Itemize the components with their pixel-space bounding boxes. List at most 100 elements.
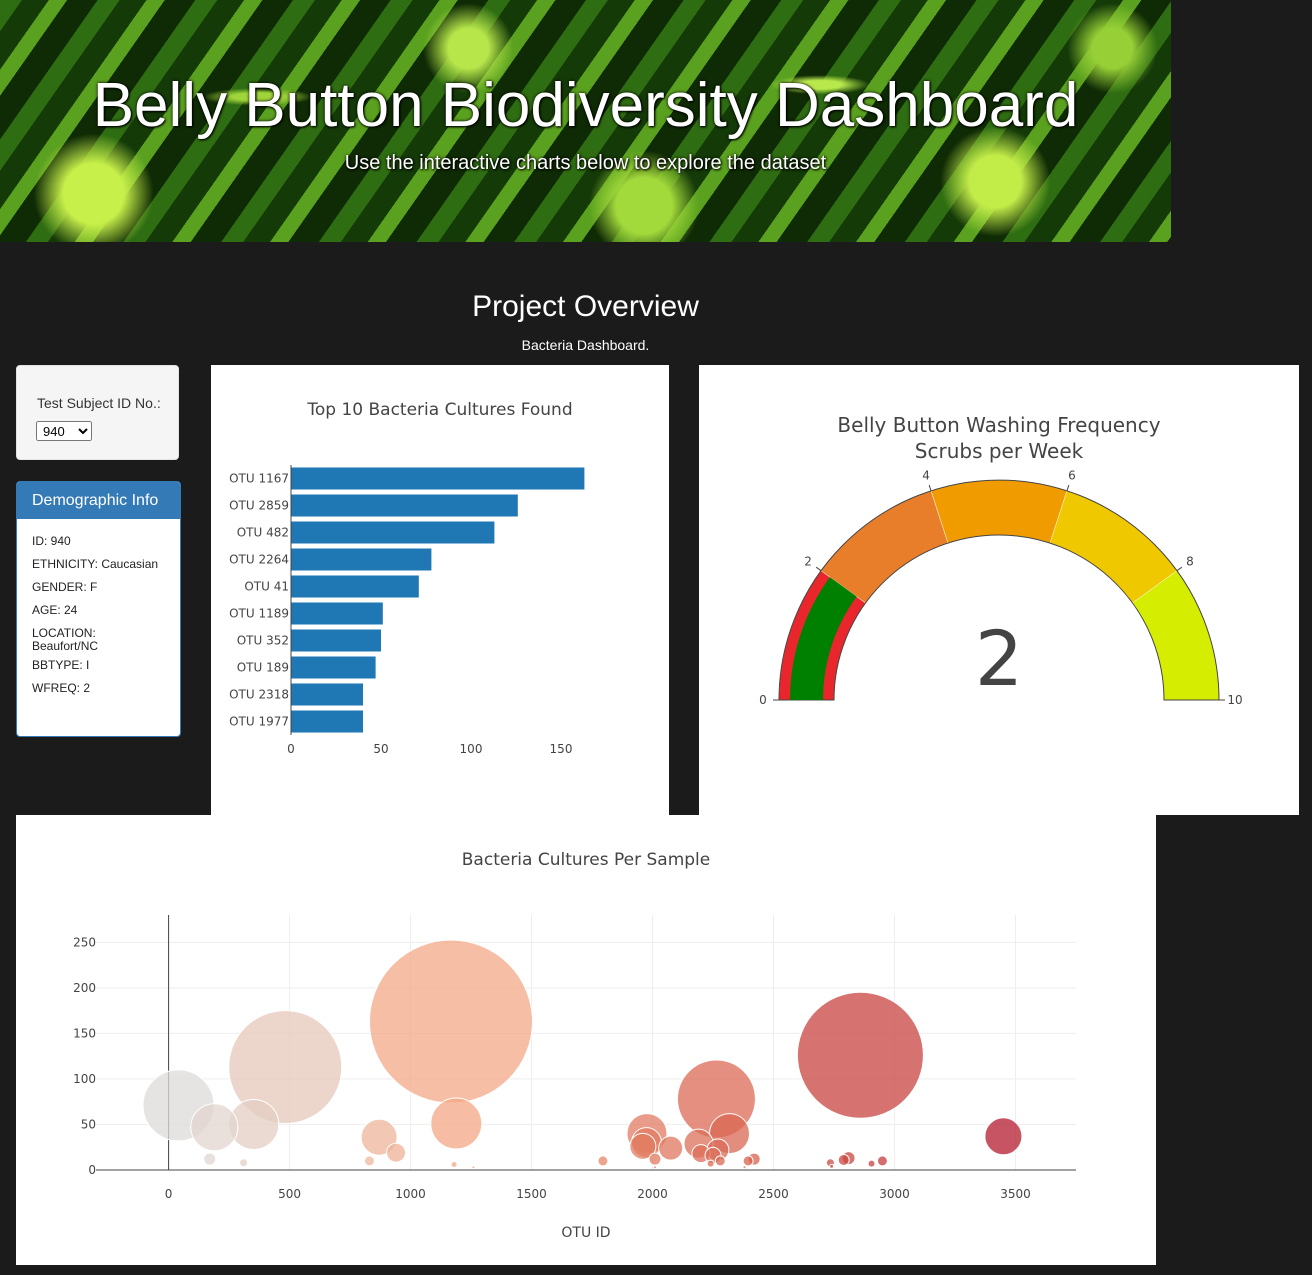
bubble-point[interactable] [796, 991, 924, 1119]
bubble-chart[interactable]: Bacteria Cultures Per Sample OTU ID 0 500… [16, 815, 1156, 1265]
bubble-x-tick-label: 500 [278, 1187, 301, 1201]
bar-category-label: OTU 2859 [229, 499, 289, 513]
bar[interactable] [291, 683, 363, 706]
bubble-x-tick-label: 2500 [758, 1187, 789, 1201]
bubble-point[interactable] [829, 1163, 835, 1169]
bar-x-tick-label: 0 [287, 742, 295, 756]
subject-selector-label: Test Subject ID No.: [37, 395, 161, 411]
bar-category-label: OTU 2318 [229, 688, 289, 702]
bar[interactable] [291, 629, 381, 652]
bubble-x-tick-label: 2000 [637, 1187, 668, 1201]
gauge-chart[interactable]: Belly Button Washing Frequency Scrubs pe… [699, 365, 1299, 815]
bar[interactable] [291, 602, 383, 625]
gauge-value-bar [790, 577, 857, 700]
bubble-chart-container[interactable]: Bacteria Cultures Per Sample OTU ID 0 500… [16, 815, 1156, 1265]
bubble-point[interactable] [714, 1155, 726, 1167]
bubble-y-tick-label: 100 [73, 1072, 96, 1086]
bubble-x-tick-label: 1500 [516, 1187, 547, 1201]
bar-x-tick-label: 100 [460, 742, 483, 756]
gauge-tick-label: 6 [1068, 469, 1076, 483]
bubble-y-tick-label: 250 [73, 935, 96, 949]
bar-chart[interactable]: Top 10 Bacteria Cultures Found OTU 1167 O… [211, 365, 669, 815]
gauge-tick-label: 4 [922, 469, 930, 483]
demographic-wfreq: WFREQ: 2 [32, 681, 91, 695]
bar-category-label: OTU 2264 [229, 553, 289, 567]
bubble-x-tick-label: 1000 [395, 1187, 426, 1201]
bubble-point[interactable] [203, 1152, 217, 1166]
bubble-point[interactable] [648, 1152, 662, 1166]
bar-chart-title: Top 10 Bacteria Cultures Found [306, 400, 572, 420]
bubble-point[interactable] [984, 1117, 1023, 1156]
subject-selector-well: Test Subject ID No.: 940 [16, 365, 179, 460]
demographic-ethnicity: ETHNICITY: Caucasian [32, 557, 159, 571]
gauge-tick-label: 10 [1227, 693, 1242, 707]
bar-category-label: OTU 1189 [229, 607, 289, 621]
bubble-point[interactable] [386, 1142, 407, 1163]
bar-category-label: OTU 482 [237, 526, 289, 540]
bubble-point[interactable] [652, 1165, 657, 1170]
demographic-panel-title: Demographic Info [17, 482, 180, 519]
bubble-x-tick-label: 3500 [1000, 1187, 1031, 1201]
bar[interactable] [291, 494, 518, 517]
bubble-point[interactable] [239, 1158, 249, 1168]
bubble-chart-xlabel: OTU ID [561, 1225, 610, 1241]
bubble-chart-title: Bacteria Cultures Per Sample [462, 850, 710, 870]
demographic-info-list: ID: 940 ETHNICITY: Caucasian GENDER: F A… [17, 519, 180, 709]
bubble-point[interactable] [867, 1159, 876, 1168]
header-banner: Belly Button Biodiversity Dashboard Use … [0, 0, 1171, 242]
bar-x-tick-label: 150 [550, 742, 573, 756]
gauge-tick [815, 566, 822, 572]
demographic-panel: Demographic Info ID: 940 ETHNICITY: Cauc… [16, 481, 181, 737]
gauge-tick [1176, 566, 1183, 572]
gauge-tick-label: 2 [804, 554, 812, 568]
bar[interactable] [291, 467, 585, 490]
bar-category-label: OTU 189 [237, 661, 289, 675]
bubble-point[interactable] [450, 1161, 458, 1169]
bar[interactable] [291, 521, 495, 544]
bar[interactable] [291, 548, 432, 571]
demographic-id: ID: 940 [32, 534, 71, 548]
bubble-y-tick-label: 200 [73, 981, 96, 995]
bar-category-label: OTU 352 [237, 634, 289, 648]
gauge-tick-label: 0 [759, 693, 767, 707]
bubble-point[interactable] [471, 1165, 476, 1170]
bubble-point[interactable] [190, 1103, 239, 1152]
bar-chart-container[interactable]: Top 10 Bacteria Cultures Found OTU 1167 O… [211, 365, 669, 815]
gauge-band [930, 479, 1068, 544]
bubble-x-tick-label: 3000 [879, 1187, 910, 1201]
page-subtitle: Use the interactive charts below to expl… [344, 152, 827, 174]
gauge-tick [1066, 484, 1070, 491]
bubble-point[interactable] [837, 1153, 850, 1166]
bar[interactable] [291, 575, 419, 598]
bar[interactable] [291, 656, 376, 679]
demographic-gender: GENDER: F [32, 580, 98, 594]
page-title: Belly Button Biodiversity Dashboard [92, 71, 1079, 140]
bubble-point[interactable] [597, 1155, 609, 1167]
bar[interactable] [291, 710, 363, 733]
bar-category-label: OTU 1977 [229, 715, 289, 729]
overview-subtitle: Bacteria Dashboard. [521, 337, 650, 353]
bar-category-label: OTU 41 [244, 580, 289, 594]
demographic-age: AGE: 24 [32, 603, 78, 617]
bubble-point[interactable] [430, 1097, 483, 1150]
gauge-title: Belly Button Washing Frequency [837, 413, 1160, 437]
bubble-point[interactable] [658, 1135, 684, 1161]
bubble-point[interactable] [368, 939, 533, 1104]
bubble-point[interactable] [876, 1155, 888, 1167]
bubble-point[interactable] [742, 1165, 747, 1170]
bubble-point[interactable] [706, 1159, 715, 1168]
bubble-y-tick-label: 50 [81, 1117, 96, 1131]
overview-title: Project Overview [472, 290, 699, 323]
bubble-point[interactable] [363, 1155, 375, 1167]
bubble-point[interactable] [742, 1155, 754, 1167]
gauge-subtitle: Scrubs per Week [915, 439, 1084, 463]
demographic-bbtype: BBTYPE: I [32, 658, 90, 672]
gauge-chart-container[interactable]: Belly Button Washing Frequency Scrubs pe… [699, 365, 1299, 815]
subject-id-select[interactable]: 940 [36, 421, 92, 441]
bar-category-label: OTU 1167 [229, 472, 289, 486]
demographic-location: LOCATION: Beaufort/NC [32, 626, 99, 653]
gauge-tick [928, 484, 932, 491]
bubble-x-tick-label: 0 [165, 1187, 173, 1201]
gauge-value: 2 [975, 614, 1023, 703]
bubble-y-tick-label: 150 [73, 1026, 96, 1040]
